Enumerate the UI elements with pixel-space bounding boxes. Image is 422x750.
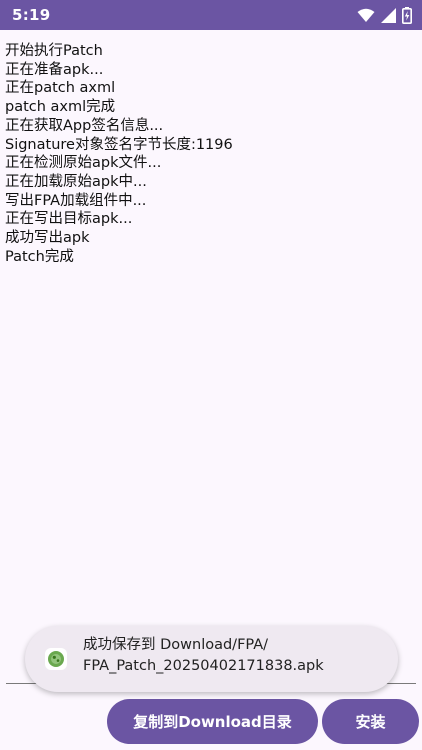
toast-text: 成功保存到 Download/FPA/ FPA_Patch_2025040217… xyxy=(83,635,388,677)
log-output: 开始执行Patch 正在准备apk... 正在patch axml patch axm… xyxy=(5,42,417,266)
toast-line-1: 成功保存到 Download/FPA/ xyxy=(83,637,269,653)
app-screen: 5:19 开始执行Patch 正在准备apk... 正在patch axml patc… xyxy=(0,0,422,750)
app-icon xyxy=(45,648,67,670)
log-line: 正在写出目标apk... xyxy=(5,211,133,228)
toast-message: 成功保存到 Download/FPA/ FPA_Patch_2025040217… xyxy=(25,626,398,692)
log-line: 写出FPA加载组件中... xyxy=(5,192,147,209)
copy-to-download-button[interactable]: 复制到Download目录 xyxy=(107,699,318,744)
signal-icon xyxy=(381,7,396,23)
log-line: 正在patch axml xyxy=(5,80,116,97)
log-line: 正在检测原始apk文件... xyxy=(5,155,162,172)
status-time: 5:19 xyxy=(12,6,51,24)
log-line: Signature对象签名字节长度:1196 xyxy=(5,136,233,153)
battery-charging-icon xyxy=(402,6,412,24)
status-bar: 5:19 xyxy=(0,0,422,30)
log-line: 正在获取App签名信息... xyxy=(5,117,164,134)
log-line: Patch完成 xyxy=(5,248,74,265)
log-line: 开始执行Patch xyxy=(5,43,103,59)
wifi-icon xyxy=(357,8,375,23)
log-line: 正在加载原始apk中... xyxy=(5,173,147,190)
install-button[interactable]: 安装 xyxy=(322,699,419,744)
toast-line-2: FPA_Patch_20250402171838.apk xyxy=(83,658,324,674)
log-line: 成功写出apk xyxy=(5,230,90,247)
log-line: 正在准备apk... xyxy=(5,61,104,78)
status-icons xyxy=(357,6,412,24)
log-line: patch axml完成 xyxy=(5,99,116,116)
